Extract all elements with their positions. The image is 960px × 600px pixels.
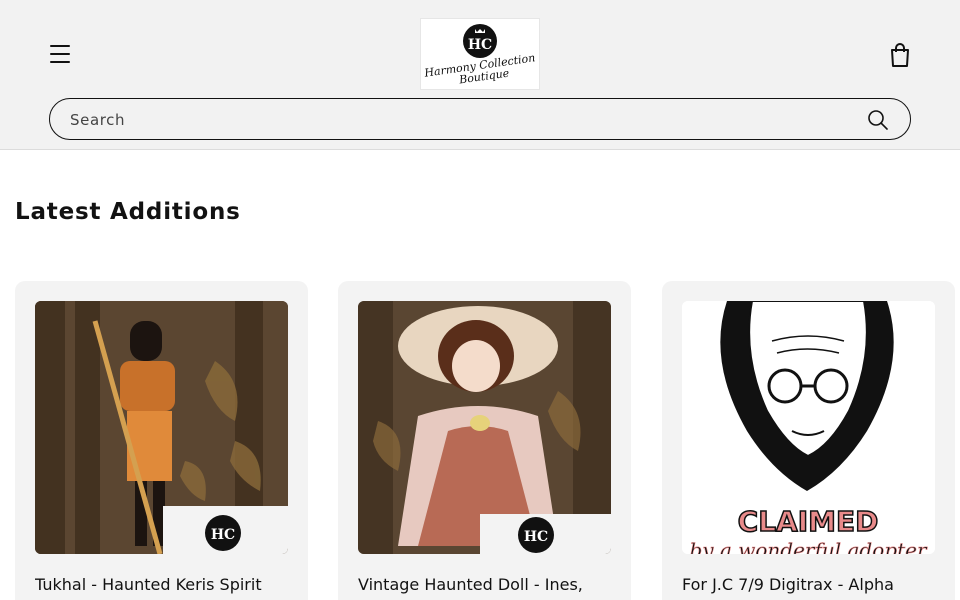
svg-text:by a wonderful adopter: by a wonderful adopter	[689, 538, 927, 554]
product-title[interactable]: Tukhal - Haunted Keris Spirit	[35, 575, 295, 594]
hamburger-menu-icon[interactable]	[46, 38, 76, 70]
product-title[interactable]: For J.C 7/9 Digitrax - Alpha	[682, 575, 942, 594]
product-image-claimed-illustration[interactable]: CLAIMED by a wonderful adopter	[682, 301, 935, 554]
product-card[interactable]: HC Tukhal - Haunted Keris Spirit	[15, 281, 308, 600]
search-icon[interactable]	[866, 108, 890, 132]
search-bar	[49, 98, 911, 140]
product-title[interactable]: Vintage Haunted Doll - Ines,	[358, 575, 618, 594]
svg-text:HC: HC	[468, 37, 492, 53]
search-input[interactable]	[70, 108, 830, 132]
shopping-bag-icon[interactable]	[888, 42, 912, 68]
product-card[interactable]: CLAIMED by a wonderful adopter For J.C 7…	[662, 281, 955, 600]
product-card[interactable]: HC Vintage Haunted Doll - Ines,	[338, 281, 631, 600]
svg-text:HC: HC	[211, 527, 235, 543]
product-image-porcelain-doll[interactable]: HC	[358, 301, 611, 554]
store-logo[interactable]: HC Harmony Collection Boutique	[420, 18, 540, 90]
svg-text:CLAIMED: CLAIMED	[738, 505, 879, 538]
product-image-figure-statue[interactable]: HC	[35, 301, 288, 554]
site-header: HC Harmony Collection Boutique	[0, 0, 960, 150]
section-title: Latest Additions	[15, 199, 241, 225]
logo-monogram-icon: HC	[463, 24, 497, 58]
svg-text:HC: HC	[524, 529, 548, 545]
